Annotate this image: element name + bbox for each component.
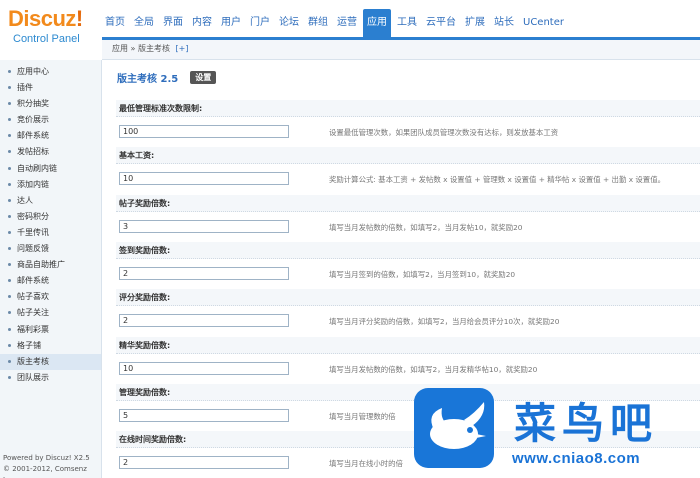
setting-input[interactable] bbox=[119, 456, 289, 470]
setting-label: 精华奖励倍数: bbox=[116, 336, 700, 354]
sidebar-item[interactable]: 商品自助推广 bbox=[0, 257, 101, 273]
settings-button[interactable]: 设置 bbox=[190, 70, 217, 84]
sidebar-item[interactable]: 添加内链 bbox=[0, 177, 101, 193]
bird-icon bbox=[430, 402, 486, 449]
sidebar-item[interactable]: 问题反馈 bbox=[0, 241, 101, 257]
bird-logo-icon bbox=[414, 388, 494, 468]
copyright-text: © 2001-2012, Comsenz Inc. bbox=[3, 465, 87, 478]
setting-hint: 设置最低管理次数，如果团队成员管理次数没有达标，则发放基本工资 bbox=[329, 128, 559, 137]
top-nav-item[interactable]: UCenter bbox=[520, 9, 567, 37]
setting-input[interactable] bbox=[119, 172, 289, 186]
sidebar-item[interactable]: 应用中心 bbox=[0, 64, 101, 80]
setting-input[interactable] bbox=[119, 219, 289, 233]
sidebar-item[interactable]: 密码积分 bbox=[0, 209, 101, 225]
discuz-logo[interactable]: Discuz! Control Panel bbox=[0, 0, 102, 60]
breadcrumb-add-shortcut[interactable]: [+] bbox=[176, 44, 189, 53]
setting-hint: 填写当月管理数的倍 bbox=[329, 411, 396, 421]
logo-subtitle: Control Panel bbox=[13, 33, 80, 45]
setting-label: 签到奖励倍数: bbox=[116, 241, 700, 259]
breadcrumb-parent[interactable]: 应用 bbox=[112, 44, 128, 53]
setting-input[interactable] bbox=[119, 266, 289, 280]
header: Discuz! Control Panel 首页 全局 界面 内容 用户 门户 论坛 群组 运营… bbox=[0, 0, 700, 60]
cniao8-watermark: 菜鸟吧 www.cniao8.com bbox=[414, 386, 700, 478]
sidebar-item[interactable]: 版主考核 bbox=[0, 353, 101, 370]
sidebar-item[interactable]: 插件 bbox=[0, 80, 101, 96]
breadcrumb: 应用 » 版主考核 [+] bbox=[102, 40, 700, 60]
sidebar-item[interactable]: 积分抽奖 bbox=[0, 96, 101, 112]
top-nav-item[interactable]: 应用 bbox=[363, 9, 391, 37]
setting-label: 帖子奖励倍数: bbox=[116, 194, 700, 212]
sidebar-item[interactable]: 福利彩票 bbox=[0, 322, 101, 338]
sidebar-menu: 应用中心 插件 积分抽奖 竞价展示 邮件系统 发帖招标 自动刷内链 添加内链 达人 密码积分 千里传… bbox=[0, 64, 101, 386]
top-nav-item[interactable]: 门户 bbox=[247, 9, 273, 37]
top-nav-item[interactable]: 论坛 bbox=[276, 9, 302, 37]
setting-input[interactable] bbox=[119, 361, 289, 375]
top-nav-item[interactable]: 用户 bbox=[218, 9, 244, 37]
logo-bang: ! bbox=[75, 6, 83, 31]
sidebar-item[interactable]: 发帖招标 bbox=[0, 144, 101, 160]
setting-row: 帖子奖励倍数: 填写当月发帖数的倍数，如填写2，当月发帖10，就奖励20 bbox=[103, 194, 700, 243]
sidebar-footer: Powered by Discuz! X2.5 © 2001-2012, Com… bbox=[3, 453, 101, 478]
top-nav-item[interactable]: 全局 bbox=[131, 9, 157, 37]
sidebar: 应用中心 插件 积分抽奖 竞价展示 邮件系统 发帖招标 自动刷内链 添加内链 达人 密码积分 千里传… bbox=[0, 60, 102, 478]
sidebar-item[interactable]: 帖子喜欢 bbox=[0, 289, 101, 305]
sidebar-item[interactable]: 格子铺 bbox=[0, 338, 101, 354]
logo-wordmark: Discuz! bbox=[8, 6, 83, 32]
page-title: 版主考核 2.5 bbox=[117, 73, 179, 85]
top-nav-item[interactable]: 首页 bbox=[102, 9, 128, 37]
setting-hint: 填写当月签到的倍数，如填写2，当月签到10，就奖励20 bbox=[329, 269, 516, 279]
setting-row: 最低管理标准次数限制: 设置最低管理次数，如果团队成员管理次数没有达标，则发放基本… bbox=[103, 100, 700, 148]
top-nav-item[interactable]: 群组 bbox=[305, 9, 331, 37]
watermark-url: www.cniao8.com bbox=[512, 450, 641, 467]
top-nav-item[interactable]: 云平台 bbox=[423, 9, 459, 37]
setting-label: 最低管理标准次数限制: bbox=[116, 100, 700, 117]
top-navigation: 首页 全局 界面 内容 用户 门户 论坛 群组 运营 应用 工具 云平台 扩展 站长 UCenter bbox=[102, 9, 570, 37]
top-nav-item[interactable]: 站长 bbox=[491, 9, 517, 37]
breadcrumb-current: 版主考核 bbox=[138, 44, 170, 53]
setting-input[interactable] bbox=[119, 125, 289, 138]
sidebar-item[interactable]: 团队展示 bbox=[0, 370, 101, 386]
setting-label: 基本工资: bbox=[116, 147, 700, 165]
watermark-chinese-text: 菜鸟吧 bbox=[514, 399, 659, 448]
breadcrumb-separator: » bbox=[130, 44, 136, 53]
setting-hint: 填写当月在线小时的倍 bbox=[329, 459, 403, 469]
top-nav-item[interactable]: 工具 bbox=[394, 9, 420, 37]
setting-row: 精华奖励倍数: 填写当月发帖数的倍数，如填写2，当月发精华帖10，就奖励20 bbox=[103, 336, 700, 385]
setting-input[interactable] bbox=[119, 408, 289, 422]
sidebar-item[interactable]: 竞价展示 bbox=[0, 112, 101, 128]
page-title-row: 版主考核 2.5 设置 bbox=[117, 69, 217, 85]
top-nav-item[interactable]: 内容 bbox=[189, 9, 215, 37]
sidebar-item[interactable]: 千里传讯 bbox=[0, 225, 101, 241]
sidebar-item[interactable]: 邮件系统 bbox=[0, 273, 101, 289]
setting-row: 签到奖励倍数: 填写当月签到的倍数，如填写2，当月签到10，就奖励20 bbox=[103, 241, 700, 290]
sidebar-item[interactable]: 自动刷内链 bbox=[0, 161, 101, 177]
setting-row: 评分奖励倍数: 填写当月评分奖励的倍数，如填写2，当月给会员评分10次，就奖励20 bbox=[103, 289, 700, 337]
top-nav-item[interactable]: 运营 bbox=[334, 9, 360, 37]
setting-row: 基本工资: 奖励计算公式: 基本工资 + 发帖数 x 设置值 + 管理数 x 设置… bbox=[103, 147, 700, 195]
sidebar-item[interactable]: 帖子关注 bbox=[0, 305, 101, 321]
setting-hint: 填写当月发帖数的倍数，如填写2，当月发帖10，就奖励20 bbox=[329, 222, 523, 232]
top-nav-item[interactable]: 扩展 bbox=[462, 9, 488, 37]
top-nav-item[interactable]: 界面 bbox=[160, 9, 186, 37]
sidebar-item[interactable]: 邮件系统 bbox=[0, 128, 101, 144]
powered-by-text: Powered by Discuz! X2.5 bbox=[3, 454, 90, 462]
setting-hint: 填写当月发帖数的倍数，如填写2，当月发精华帖10，就奖励20 bbox=[329, 364, 538, 374]
setting-input[interactable] bbox=[119, 314, 289, 328]
setting-hint: 奖励计算公式: 基本工资 + 发帖数 x 设置值 + 管理数 x 设置值 + 精… bbox=[329, 175, 665, 185]
logo-name: Discuz bbox=[8, 6, 76, 31]
setting-label: 评分奖励倍数: bbox=[116, 289, 700, 307]
setting-hint: 填写当月评分奖励的倍数，如填写2，当月给会员评分10次，就奖励20 bbox=[329, 317, 560, 327]
sidebar-item[interactable]: 达人 bbox=[0, 193, 101, 209]
